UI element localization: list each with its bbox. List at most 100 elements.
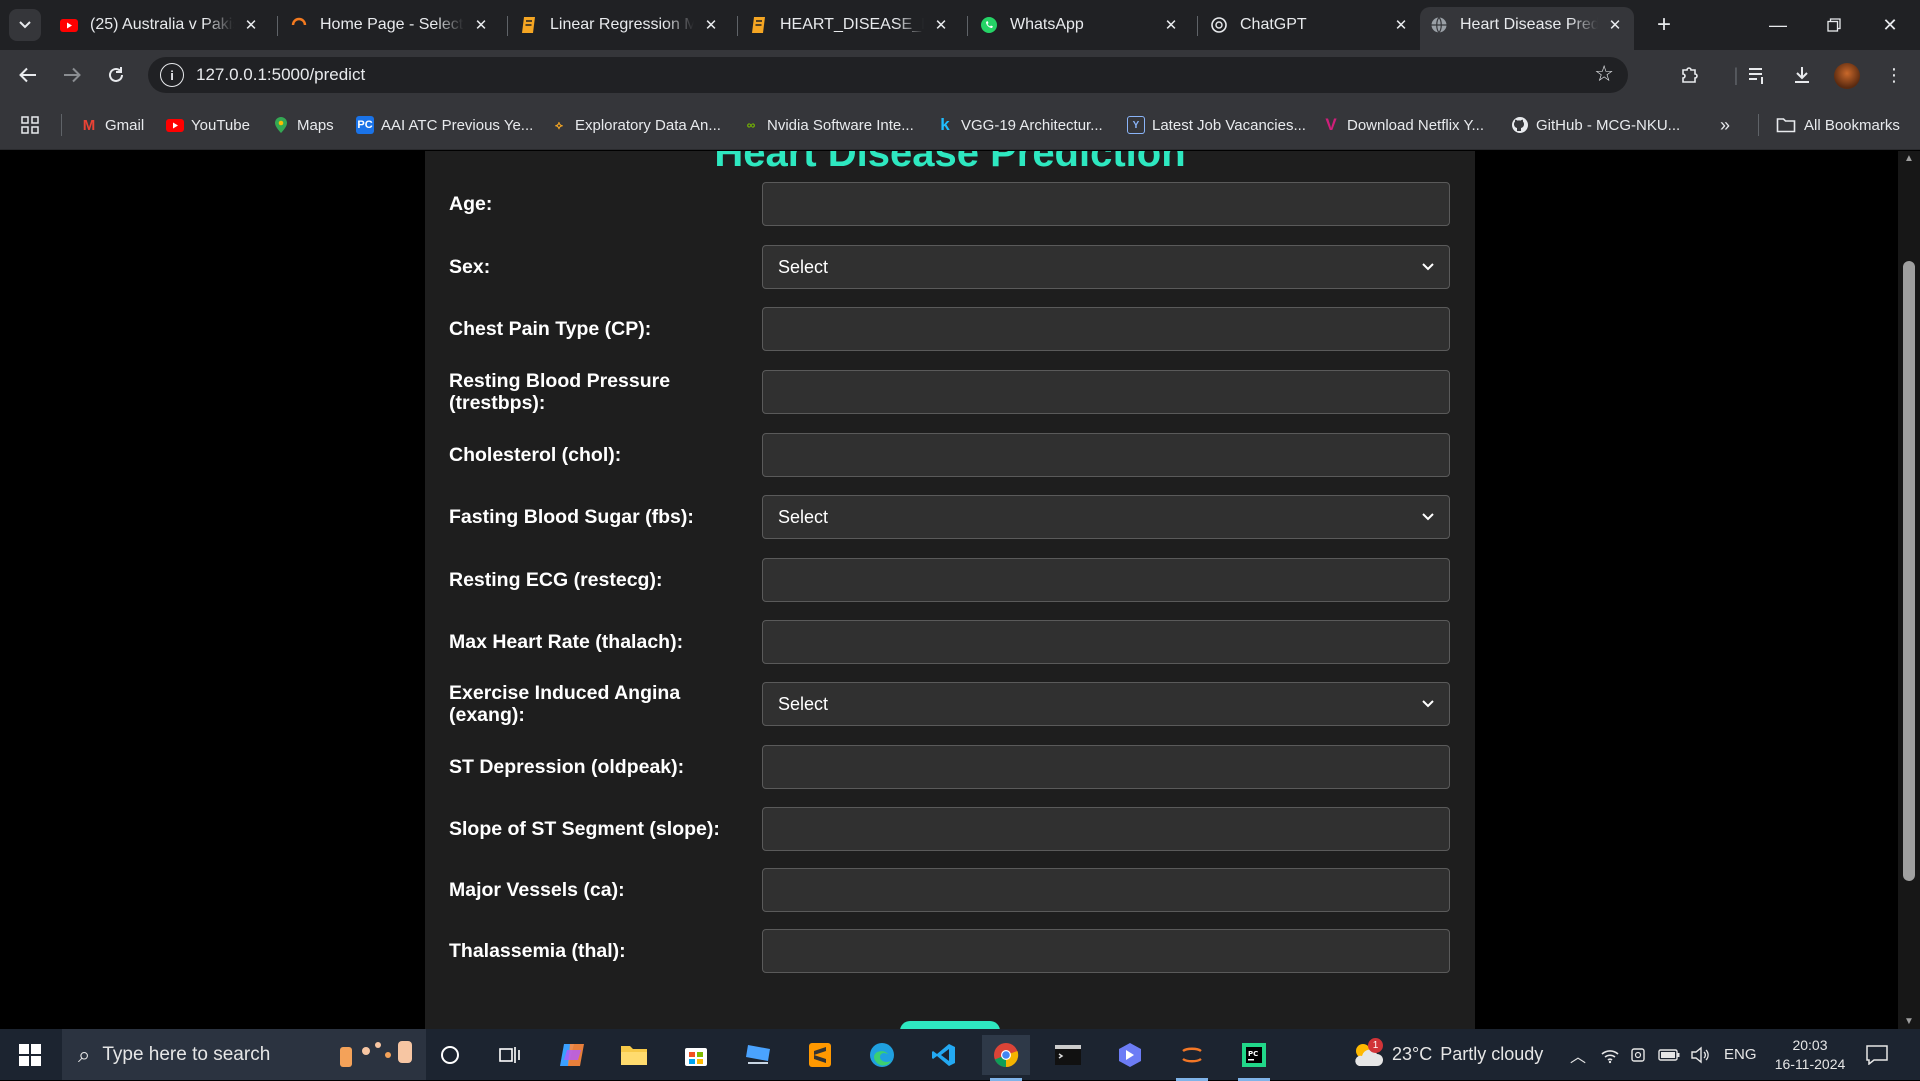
vscode-app[interactable] <box>920 1035 968 1075</box>
bookmarks-overflow-button[interactable]: » <box>1720 114 1730 136</box>
bookmark-github[interactable]: GitHub - MCG-NKU... <box>1511 114 1680 136</box>
notifications-button[interactable] <box>1866 1029 1888 1080</box>
file-explorer-app[interactable] <box>610 1035 658 1075</box>
weather-widget[interactable]: 1 23°C Partly cloudy <box>1350 1029 1543 1080</box>
close-icon[interactable]: ✕ <box>242 16 260 34</box>
downloads-button[interactable] <box>1788 61 1816 89</box>
bookmark-maps[interactable]: Maps <box>272 114 334 136</box>
major-vessels-input[interactable] <box>762 868 1450 912</box>
tab-heart-disease-notebook[interactable]: HEART_DISEASE_PRE ✕ <box>740 7 960 43</box>
copilot-app[interactable] <box>548 1035 596 1075</box>
task-view-button[interactable] <box>486 1035 534 1075</box>
clock[interactable]: 20:03 16-11-2024 <box>1770 1029 1850 1080</box>
chest-pain-input[interactable] <box>762 307 1450 351</box>
battery-icon[interactable] <box>1658 1029 1680 1080</box>
resting-bp-label: Resting Blood Pressure (trestbps): <box>449 370 671 414</box>
extensions-button[interactable] <box>1676 61 1704 89</box>
minimize-button[interactable]: — <box>1750 0 1806 50</box>
taskbar-search-box[interactable]: ⌕ Type here to search <box>62 1029 426 1080</box>
bookmark-aai-atc[interactable]: PC AAI ATC Previous Ye... <box>356 114 533 136</box>
youtube-icon <box>60 16 78 34</box>
jupyter-icon <box>1182 1047 1202 1063</box>
device-icon[interactable] <box>1630 1029 1646 1080</box>
network-icon[interactable] <box>1600 1029 1620 1080</box>
all-bookmarks-button[interactable]: All Bookmarks <box>1776 114 1900 136</box>
bookmark-star-icon[interactable]: ☆ <box>1594 61 1614 87</box>
address-bar[interactable]: i 127.0.0.1:5000/predict ☆ <box>148 57 1628 93</box>
scroll-up-icon[interactable]: ▲ <box>1903 153 1915 164</box>
arrow-right-icon <box>64 67 81 83</box>
site-info-icon[interactable]: i <box>160 63 184 87</box>
sex-select-value: Select <box>778 256 829 277</box>
exercise-angina-select[interactable]: Select <box>762 682 1450 726</box>
tab-chatgpt[interactable]: ChatGPT ✕ <box>1200 7 1420 43</box>
close-icon[interactable]: ✕ <box>1606 16 1624 34</box>
close-icon[interactable]: ✕ <box>702 16 720 34</box>
forward-button[interactable] <box>56 59 88 91</box>
volume-icon[interactable] <box>1690 1029 1710 1080</box>
tab-home-page[interactable]: Home Page - Select c ✕ <box>280 7 500 43</box>
close-icon[interactable]: ✕ <box>932 16 950 34</box>
reload-button[interactable] <box>100 59 132 91</box>
sublime-text-app[interactable] <box>796 1035 844 1075</box>
edge-app[interactable] <box>858 1035 906 1075</box>
power-automate-app[interactable] <box>1106 1035 1154 1075</box>
apps-button[interactable] <box>20 114 40 136</box>
close-icon[interactable]: ✕ <box>472 16 490 34</box>
kebab-menu-icon: ⋮ <box>1885 64 1903 85</box>
bookmark-job-vacancies[interactable]: Y Latest Job Vacancies... <box>1127 114 1306 136</box>
jupyter-app[interactable] <box>1168 1035 1216 1081</box>
close-icon[interactable]: ✕ <box>1162 16 1180 34</box>
bookmark-exploratory-data[interactable]: ⟡ Exploratory Data An... <box>550 114 721 136</box>
fasting-blood-sugar-select[interactable]: Select <box>762 495 1450 539</box>
restore-button[interactable] <box>1806 0 1862 50</box>
chrome-app[interactable] <box>982 1035 1030 1081</box>
bookmark-nvidia[interactable]: ∞ Nvidia Software Inte... <box>742 114 914 136</box>
bookmark-vgg19[interactable]: k VGG-19 Architectur... <box>936 114 1102 136</box>
form-row-slope: Slope of ST Segment (slope): <box>449 807 1450 851</box>
all-bookmarks-label: All Bookmarks <box>1804 116 1900 134</box>
tab-search-button[interactable] <box>9 9 41 41</box>
language-indicator[interactable]: ENG <box>1724 1029 1757 1080</box>
tab-linear-regression[interactable]: Linear Regression ML ✕ <box>510 7 730 43</box>
bookmark-youtube[interactable]: YouTube <box>166 114 250 136</box>
thalassemia-input[interactable] <box>762 929 1450 973</box>
terminal-app[interactable] <box>1044 1035 1092 1075</box>
bookmark-label: Nvidia Software Inte... <box>767 116 914 134</box>
close-window-button[interactable]: ✕ <box>1862 0 1918 50</box>
remote-desktop-app[interactable] <box>734 1035 782 1075</box>
max-heart-rate-input[interactable] <box>762 620 1450 664</box>
tab-australia-v-pakistan[interactable]: (25) Australia v Pakist ✕ <box>50 7 270 43</box>
resting-bp-input[interactable] <box>762 370 1450 414</box>
st-slope-input[interactable] <box>762 807 1450 851</box>
back-button[interactable] <box>12 59 44 91</box>
close-icon[interactable]: ✕ <box>1392 16 1410 34</box>
tab-whatsapp[interactable]: WhatsApp ✕ <box>970 7 1190 43</box>
st-depression-input[interactable] <box>762 745 1450 789</box>
scrollbar-thumb[interactable] <box>1903 261 1915 881</box>
form-row-oldpeak: ST Depression (oldpeak): <box>449 745 1450 789</box>
bookmark-netflix[interactable]: V Download Netflix Y... <box>1322 114 1484 136</box>
tab-title: ChatGPT <box>1240 16 1307 33</box>
sex-select[interactable]: Select <box>762 245 1450 289</box>
scroll-down-icon[interactable]: ▼ <box>1903 1016 1915 1027</box>
pycharm-app[interactable]: PC <box>1230 1035 1278 1081</box>
tab-heart-disease-prediction[interactable]: Heart Disease Predict ✕ <box>1420 7 1634 50</box>
show-hidden-icons-button[interactable]: ︿ <box>1570 1029 1586 1080</box>
media-controls-button[interactable] <box>1744 61 1772 89</box>
microsoft-store-app[interactable] <box>672 1035 720 1075</box>
resting-ecg-input[interactable] <box>762 558 1450 602</box>
major-vessels-label: Major Vessels (ca): <box>449 879 625 901</box>
profile-avatar[interactable] <box>1834 63 1860 89</box>
submit-button[interactable] <box>900 1021 1000 1029</box>
form-row-ca: Major Vessels (ca): <box>449 868 1450 912</box>
new-tab-button[interactable]: + <box>1650 11 1678 39</box>
page-scrollbar[interactable]: ▲ ▼ <box>1898 151 1920 1029</box>
start-button[interactable] <box>0 1029 60 1080</box>
age-input[interactable] <box>762 182 1450 226</box>
address-url[interactable]: 127.0.0.1:5000/predict <box>196 65 365 85</box>
bookmark-gmail[interactable]: M Gmail <box>80 114 144 136</box>
menu-button[interactable]: ⋮ <box>1880 61 1908 89</box>
cortana-button[interactable] <box>426 1035 474 1075</box>
cholesterol-input[interactable] <box>762 433 1450 477</box>
